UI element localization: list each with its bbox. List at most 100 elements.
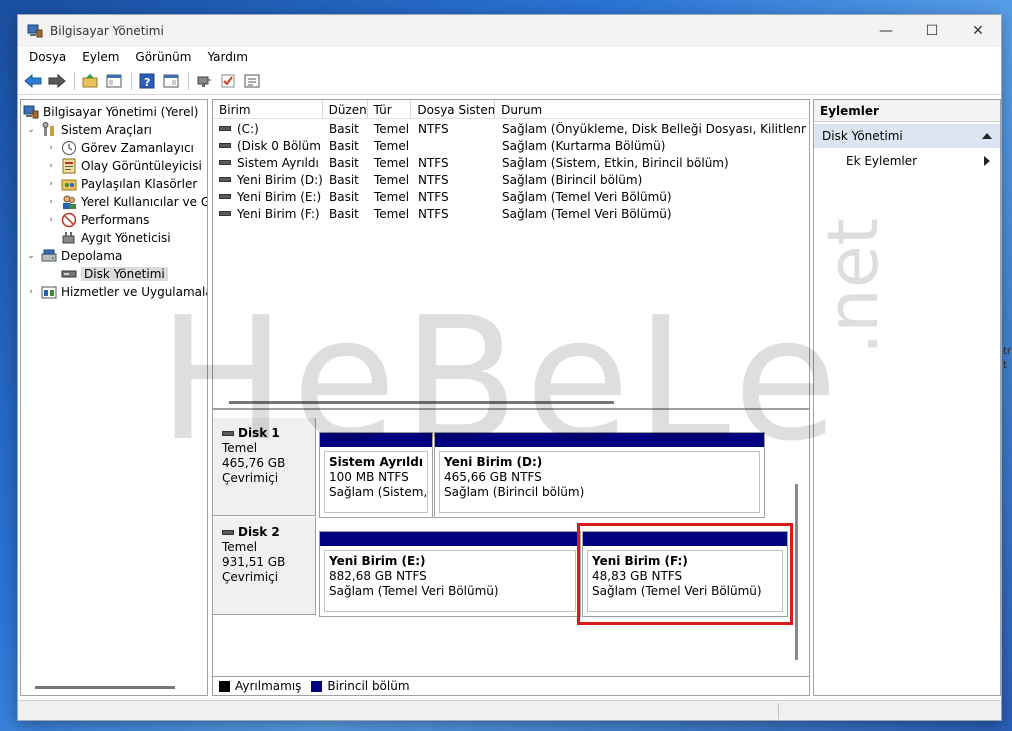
more-actions-item[interactable]: Ek Eylemler bbox=[814, 150, 1000, 172]
show-hide-action-pane-icon[interactable] bbox=[160, 70, 182, 92]
svg-text:?: ? bbox=[144, 76, 150, 89]
close-button[interactable]: ✕ bbox=[955, 15, 1001, 47]
disk-drive-icon bbox=[61, 266, 77, 282]
drive-icon bbox=[219, 143, 231, 148]
chevron-right-icon[interactable]: › bbox=[45, 143, 57, 153]
check-icon[interactable] bbox=[217, 70, 239, 92]
tree-item-event-viewer[interactable]: › Olay Görüntüleyicisi bbox=[45, 157, 202, 175]
partition-status: Sağlam (Birincil bölüm) bbox=[444, 485, 585, 499]
volume-type: Temel bbox=[374, 155, 410, 170]
tree-item-storage[interactable]: ⌄ Depolama bbox=[25, 247, 122, 265]
partition-d[interactable]: Yeni Birim (D:) 465,66 GB NTFS Sağlam (B… bbox=[434, 432, 765, 518]
drive-icon bbox=[219, 160, 231, 165]
volume-layout: Basit bbox=[329, 206, 359, 221]
tree-label: Görev Zamanlayıcı bbox=[81, 141, 194, 155]
tree-horizontal-scrollbar[interactable] bbox=[35, 686, 175, 689]
tree-item-root[interactable]: Bilgisayar Yönetimi (Yerel) bbox=[23, 103, 198, 121]
volume-name: Sistem Ayrıldı bbox=[237, 155, 319, 170]
show-hide-tree-icon[interactable] bbox=[103, 70, 125, 92]
volume-name: (C:) bbox=[237, 121, 259, 136]
volume-list-horizontal-scrollbar[interactable] bbox=[229, 401, 614, 404]
tree-item-system-tools[interactable]: ⌄ Sistem Araçları bbox=[25, 121, 152, 139]
storage-icon bbox=[41, 248, 57, 264]
disk-1-label[interactable]: Disk 1 Temel 465,76 GB Çevrimiçi bbox=[213, 418, 316, 516]
maximize-button[interactable]: ☐ bbox=[909, 15, 955, 47]
forward-arrow-icon[interactable] bbox=[46, 70, 68, 92]
tree-label: Bilgisayar Yönetimi (Yerel) bbox=[43, 105, 199, 119]
table-row[interactable]: (C:) Basit Temel NTFS Sağlam (Önyükleme,… bbox=[213, 120, 809, 137]
chevron-down-icon[interactable]: ⌄ bbox=[25, 125, 37, 135]
tree-item-performance[interactable]: › Performans bbox=[45, 211, 149, 229]
menu-action[interactable]: Eylem bbox=[74, 50, 127, 64]
volume-layout: Basit bbox=[329, 172, 359, 187]
disk-2-label[interactable]: Disk 2 Temel 931,51 GB Çevrimiçi bbox=[213, 517, 316, 615]
disk-icon bbox=[222, 431, 234, 436]
table-row[interactable]: Yeni Birim (D:) Basit Temel NTFS Sağlam … bbox=[213, 171, 809, 188]
volume-layout: Basit bbox=[329, 189, 359, 204]
chevron-right-icon[interactable]: › bbox=[45, 161, 57, 171]
volume-status: Sağlam (Kurtarma Bölümü) bbox=[502, 138, 666, 153]
volume-status: Sağlam (Önyükleme, Disk Belleği Dosyası,… bbox=[502, 121, 806, 136]
chevron-right-icon[interactable]: › bbox=[45, 179, 57, 189]
partition-status: Sağlam (Temel Veri Bölümü) bbox=[329, 584, 499, 598]
tree-item-disk-management[interactable]: Disk Yönetimi bbox=[61, 265, 168, 283]
actions-header: Eylemler bbox=[814, 100, 1000, 122]
tree-item-services[interactable]: › Hizmetler ve Uygulamalar bbox=[25, 283, 208, 301]
chevron-right-icon[interactable]: › bbox=[45, 197, 57, 207]
volume-status: Sağlam (Birincil bölüm) bbox=[502, 172, 643, 187]
actions-section-disk-management[interactable]: Disk Yönetimi bbox=[814, 124, 1000, 148]
title-bar[interactable]: Bilgisayar Yönetimi — ☐ ✕ bbox=[18, 15, 1001, 47]
partition-e[interactable]: Yeni Birim (E:) 882,68 GB NTFS Sağlam (T… bbox=[319, 531, 581, 617]
disk-map-vertical-scrollbar[interactable] bbox=[795, 484, 798, 660]
table-row[interactable]: Sistem Ayrıldı Basit Temel NTFS Sağlam (… bbox=[213, 154, 809, 171]
toolbar-separator bbox=[74, 71, 75, 90]
disk-map: Disk 1 Temel 465,76 GB Çevrimiçi Sistem … bbox=[212, 409, 810, 677]
disk-name: Disk 2 bbox=[238, 525, 280, 539]
column-header-type[interactable]: Tür bbox=[368, 100, 412, 119]
tree-label: Depolama bbox=[61, 249, 123, 263]
menu-help[interactable]: Yardım bbox=[199, 50, 255, 64]
chevron-right-icon[interactable]: › bbox=[25, 287, 37, 297]
volume-layout: Basit bbox=[329, 121, 359, 136]
partition-system-reserved[interactable]: Sistem Ayrıldı 100 MB NTFS Sağlam (Siste… bbox=[319, 432, 433, 518]
tree-item-local-users[interactable]: › Yerel Kullanıcılar ve Gru bbox=[45, 193, 207, 211]
legend-unallocated: Ayrılmamış bbox=[235, 679, 302, 693]
chevron-right-icon[interactable]: › bbox=[45, 215, 57, 225]
toolbar-separator bbox=[131, 71, 132, 90]
table-row[interactable]: Yeni Birim (E:) Basit Temel NTFS Sağlam … bbox=[213, 188, 809, 205]
minimize-button[interactable]: — bbox=[863, 15, 909, 47]
primary-partition-bar bbox=[320, 433, 432, 447]
computer-management-icon bbox=[27, 23, 43, 39]
users-icon bbox=[61, 194, 77, 210]
computer-management-window: Bilgisayar Yönetimi — ☐ ✕ Dosya Eylem Gö… bbox=[17, 14, 1002, 721]
table-row[interactable]: Yeni Birim (F:) Basit Temel NTFS Sağlam … bbox=[213, 205, 809, 222]
disk-icon bbox=[222, 530, 234, 535]
partition-name: Yeni Birim (E:) bbox=[329, 554, 426, 568]
column-header-layout[interactable]: Düzen bbox=[323, 100, 368, 119]
partition-f-highlight bbox=[577, 523, 793, 625]
help-icon[interactable]: ? bbox=[136, 70, 158, 92]
chevron-down-icon[interactable]: ⌄ bbox=[25, 251, 37, 261]
menu-view[interactable]: Görünüm bbox=[127, 50, 199, 64]
menu-file[interactable]: Dosya bbox=[21, 50, 74, 64]
tree-label: Hizmetler ve Uygulamalar bbox=[61, 285, 208, 299]
volume-list: Birim Düzen Tür Dosya Sistemi Durum (C:)… bbox=[212, 99, 810, 409]
volume-file-system: NTFS bbox=[418, 155, 449, 170]
back-arrow-icon[interactable] bbox=[22, 70, 44, 92]
column-header-status[interactable]: Durum bbox=[495, 100, 809, 119]
tree-item-task-scheduler[interactable]: › Görev Zamanlayıcı bbox=[45, 139, 194, 157]
properties-icon[interactable] bbox=[241, 70, 263, 92]
more-actions-label: Ek Eylemler bbox=[846, 154, 918, 168]
connect-icon[interactable] bbox=[193, 70, 215, 92]
tree-label: Paylaşılan Klasörler bbox=[81, 177, 198, 191]
table-row[interactable]: (Disk 0 Bölüm 2) Basit Temel Sağlam (Kur… bbox=[213, 137, 809, 154]
up-folder-icon[interactable] bbox=[79, 70, 101, 92]
column-header-volume[interactable]: Birim bbox=[213, 100, 323, 119]
tree-label: Olay Görüntüleyicisi bbox=[81, 159, 202, 173]
legend-primary: Birincil bölüm bbox=[327, 679, 410, 693]
column-header-file-system[interactable]: Dosya Sistemi bbox=[411, 100, 496, 119]
tree-item-device-manager[interactable]: Aygıt Yöneticisi bbox=[61, 229, 171, 247]
tree-item-shared-folders[interactable]: › Paylaşılan Klasörler bbox=[45, 175, 197, 193]
collapse-icon[interactable] bbox=[982, 133, 992, 139]
volume-type: Temel bbox=[374, 121, 410, 136]
